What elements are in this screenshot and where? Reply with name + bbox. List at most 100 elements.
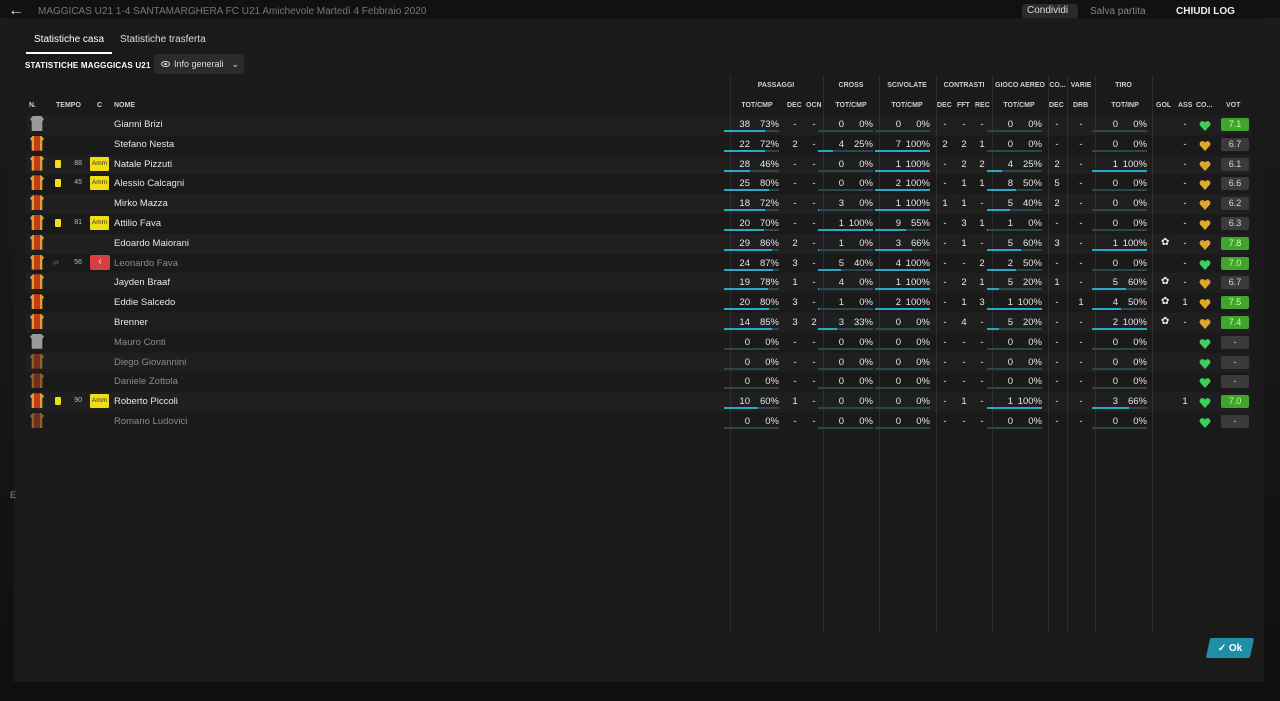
table-row[interactable]: 81 Amm Attilio Fava 20 70% - - 1 100% 9 55% - 3 1 1 0% -… [26, 214, 1251, 234]
con-dec: - [943, 218, 947, 229]
table-row[interactable]: ⇄ 56 ‹ Leonardo Fava 24 87% 3 - 5 40% 4 100% - - 2 2 50%… [26, 254, 1251, 274]
co-dec: - [1055, 317, 1059, 328]
back-arrow-icon[interactable]: ← [8, 3, 26, 22]
col-sciv-tot[interactable]: TOT/CMP [890, 102, 924, 109]
player-name[interactable]: Attilio Fava [114, 218, 161, 229]
aerial-bar-fill [987, 169, 1002, 172]
col-cross-tot[interactable]: TOT/CMP [834, 102, 868, 109]
shots-total: 4 [1112, 297, 1118, 309]
co-dec: 5 [1054, 178, 1060, 190]
table-row[interactable]: 88 Amm Natale Pizzuti 28 46% - -0 0% 1 100% -2 2 4 25… [26, 155, 1251, 175]
con-rec: 1 [979, 218, 985, 229]
passes-total: 25 [739, 178, 750, 190]
player-name[interactable]: Natale Pizzuti [114, 159, 172, 170]
table-row[interactable]: Eddie Salcedo 20 80% 3-1 0% 2 100% -1 3 1 100% -1 4 5… [26, 293, 1251, 313]
table-row[interactable]: 90 Amm Roberto Piccoli 10 60% 1 - 0 0% 0 0% - 1 - 1 100… [26, 392, 1251, 412]
cross-total: 0 [838, 376, 844, 388]
rating-badge: - [1221, 415, 1249, 428]
player-name[interactable]: Mauro Conti [114, 337, 166, 348]
passes-bar-track [724, 387, 779, 390]
col-tempo[interactable]: TEMPO [56, 102, 81, 109]
continue-button[interactable]: CHIUDI LOG [1176, 6, 1235, 17]
player-name[interactable]: Edoardo Maiorani [114, 238, 189, 249]
col-pass-dec[interactable]: DEC [787, 102, 802, 109]
con-fft: 1 [961, 396, 967, 408]
player-name[interactable]: Roberto Piccoli [114, 396, 178, 407]
player-name[interactable]: Leonardo Fava [114, 258, 178, 269]
cross-pct: 0% [859, 416, 873, 427]
col-aer-tot[interactable]: TOT/CMP [1002, 102, 1036, 109]
ok-button[interactable]: ✓ Ok [1205, 638, 1255, 658]
cross-pct: 0% [859, 198, 873, 210]
player-name[interactable]: Jayden Braaf [114, 277, 170, 288]
assists: 1 [1182, 396, 1188, 408]
player-name[interactable]: Alessio Calcagni [114, 178, 184, 189]
pass-ocn: - [812, 198, 816, 210]
col-co-dec[interactable]: DEC [1049, 102, 1064, 109]
col-con-dec[interactable]: DEC [937, 102, 952, 109]
tab-away-stats[interactable]: Statistiche trasferta [112, 30, 214, 54]
player-name[interactable]: Daniele Zottola [114, 376, 178, 387]
tab-home-stats[interactable]: Statistiche casa [26, 30, 113, 54]
aerial-total: 5 [1007, 237, 1013, 249]
table-row[interactable]: Stefano Nesta 22 72% 2-4 25% 7 100% 2 2 1 0 0% - -0 0%… [26, 135, 1251, 155]
player-name[interactable]: Gianni Brizi [114, 119, 163, 130]
player-name[interactable]: Romano Ludovici [114, 416, 187, 427]
player-name[interactable]: Brenner [114, 317, 148, 328]
table-row[interactable]: Jayden Braaf 19 78% 1-4 0% 1 100% -2 1 5 20% 1-5 60%… [26, 273, 1251, 293]
cross-total: 4 [838, 277, 844, 289]
col-ass[interactable]: ASS [1178, 102, 1192, 109]
table-row[interactable]: Gianni Brizi 38 73% - - 0 0% 0 0% - - - 0 0% - - 0 0% - 7.1 [26, 115, 1251, 135]
col-tiro-tot[interactable]: TOT/INP [1108, 102, 1142, 109]
table-row[interactable]: Brenner 14 85% 3 2 3 33% 0 0% - 4 - 5 20% - - 2 100% ✿ - 7.4 [26, 313, 1251, 333]
shots-total: 0 [1112, 138, 1118, 150]
table-row[interactable]: Romano Ludovici 0 0% - - 0 0% 0 0% - - - 0 0% - - 0 0% - [26, 412, 1251, 432]
tackles-total: 1 [895, 277, 901, 289]
tackles-total: 0 [895, 317, 901, 328]
player-name[interactable]: Diego Giovannini [114, 357, 186, 368]
passes-pct: 85% [759, 317, 779, 328]
con-dec: - [943, 336, 947, 348]
aerial-bar-track [987, 130, 1042, 132]
col-card[interactable]: C [97, 102, 102, 109]
table-row[interactable]: Diego Giovannini 0 0% - - 0 0% 0 0% - - - 0 0% - - 0 0% - [26, 353, 1251, 373]
col-name[interactable]: NOME [114, 102, 135, 109]
dribbles: - [1079, 416, 1083, 427]
shots-pct: 100% [1122, 317, 1147, 328]
share-button[interactable]: Condividi [1022, 4, 1078, 18]
col-co[interactable]: CO... [1196, 102, 1212, 109]
col-drb[interactable]: DRB [1073, 102, 1088, 109]
shirt-icon [30, 353, 44, 369]
group-header-contrasti: CONTRASTI [943, 82, 985, 89]
player-name[interactable]: Mirko Mazza [114, 198, 168, 209]
col-gol[interactable]: GOL [1156, 102, 1171, 109]
passes-bar-fill [724, 268, 773, 271]
save-match-button[interactable]: Salva partita [1090, 6, 1146, 17]
table-row[interactable]: 45 Amm Alessio Calcagni 25 80% - -0 0% 2 100% -1 1 8… [26, 174, 1251, 194]
shots-pct: 50% [1127, 297, 1147, 309]
view-dropdown[interactable]: Info generali ⌄ [154, 54, 244, 74]
shirt-icon [30, 116, 44, 131]
con-rec: 1 [979, 138, 985, 150]
player-name[interactable]: Eddie Salcedo [114, 297, 175, 308]
col-vot[interactable]: VOT [1226, 102, 1240, 109]
col-number[interactable]: N. [29, 102, 36, 109]
table-row[interactable]: Edoardo Maiorani 29 86% 2 - 1 0% 3 66% - 1 - 5 60% 3 - 1… [26, 234, 1251, 254]
table-row[interactable]: Mirko Mazza 18 72% - - 3 0% 1 100% 1 1 - 5 40% 2 - 0 0% - 6… [26, 194, 1251, 214]
col-pass-tot[interactable]: TOT/CMP [740, 102, 774, 109]
pass-ocn: - [812, 416, 816, 427]
player-name[interactable]: Stefano Nesta [114, 139, 174, 150]
pass-dec: - [793, 158, 797, 170]
table-row[interactable]: Mauro Conti 0 0% - - 0 0% 0 0% - - - 0 0% - - 0 0% - [26, 333, 1251, 353]
col-con-rec[interactable]: REC [975, 102, 990, 109]
col-pass-ocn[interactable]: OCN [806, 102, 822, 109]
tackles-pct: 66% [910, 237, 930, 249]
table-row[interactable]: Daniele Zottola 0 0% - - 0 0% 0 0% - - - 0 0% - - 0 0% - [26, 372, 1251, 392]
passes-bar-fill [724, 308, 769, 311]
col-con-fft[interactable]: FFT [957, 102, 970, 109]
shots-total: 0 [1112, 178, 1118, 190]
condition-heart-icon [1199, 198, 1211, 211]
passes-total: 10 [739, 396, 750, 408]
aerial-total: 0 [1007, 356, 1013, 368]
group-header-gioco-aereo: GIOCO AEREO [995, 82, 1045, 89]
